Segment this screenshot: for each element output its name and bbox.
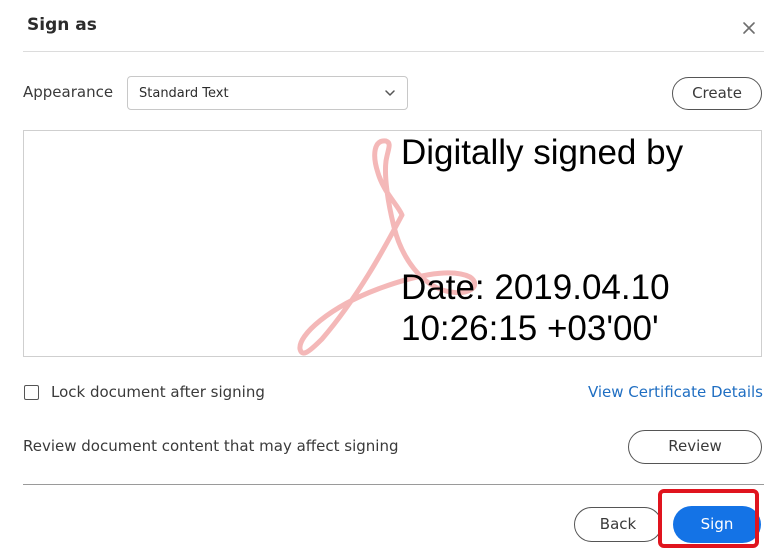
back-button[interactable]: Back bbox=[574, 507, 662, 542]
sign-as-dialog: Sign as Appearance Standard Text Create … bbox=[0, 0, 765, 554]
signature-line-2: Date: 2019.04.10 bbox=[401, 268, 670, 307]
lock-document-label: Lock document after signing bbox=[51, 383, 265, 401]
header-divider bbox=[23, 51, 764, 52]
chevron-down-icon bbox=[385, 90, 395, 96]
create-button[interactable]: Create bbox=[672, 77, 762, 110]
appearance-select[interactable]: Standard Text bbox=[127, 76, 408, 110]
lock-document-checkbox[interactable] bbox=[24, 385, 39, 400]
review-button[interactable]: Review bbox=[628, 430, 762, 464]
signature-line-3: 10:26:15 +03'00' bbox=[401, 309, 659, 348]
signature-preview: Digitally signed by Date: 2019.04.10 10:… bbox=[23, 130, 762, 357]
appearance-select-value: Standard Text bbox=[139, 86, 229, 101]
close-button[interactable] bbox=[737, 16, 761, 40]
appearance-label: Appearance bbox=[23, 83, 114, 101]
title-field bbox=[100, 10, 316, 46]
view-certificate-details-link[interactable]: View Certificate Details bbox=[588, 383, 763, 401]
footer-divider bbox=[23, 484, 764, 485]
signature-line-1: Digitally signed by bbox=[401, 133, 684, 172]
dialog-title: Sign as bbox=[27, 15, 97, 35]
close-icon bbox=[743, 22, 755, 34]
review-content-text: Review document content that may affect … bbox=[23, 437, 399, 455]
sign-button[interactable]: Sign bbox=[673, 506, 761, 543]
